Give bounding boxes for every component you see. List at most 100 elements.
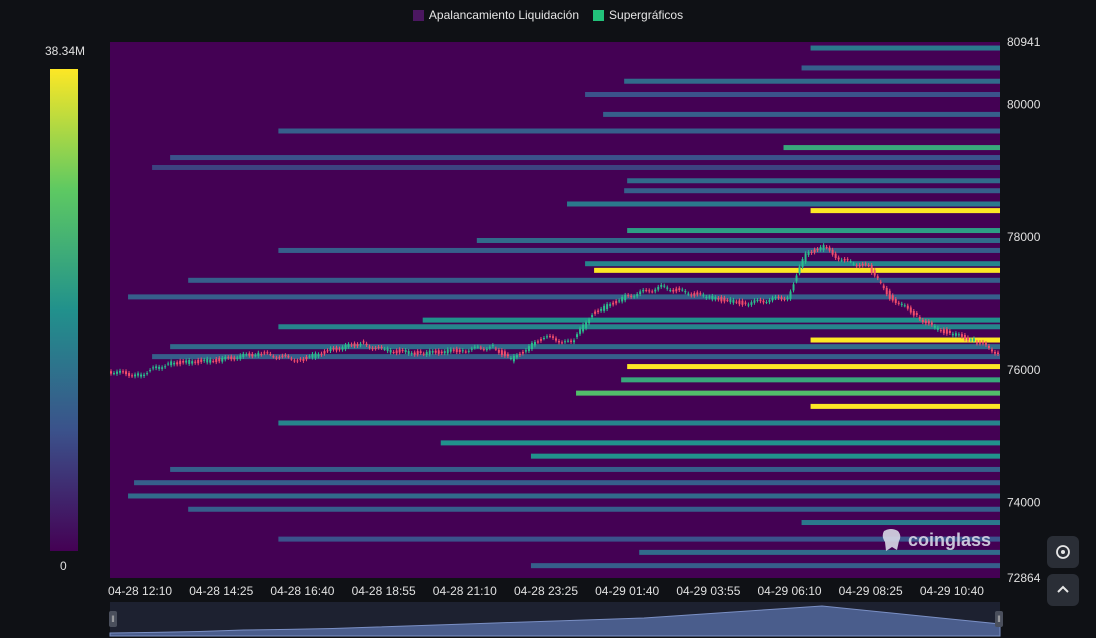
candle-body [768,299,771,303]
navigator-right-handle[interactable]: ǁ [995,611,1003,627]
candle-body [828,247,831,251]
candle-body [290,358,293,360]
candle-body [771,297,774,301]
candle-body [663,285,666,287]
x-tick-label: 04-28 16:40 [270,584,334,598]
x-tick-label: 04-28 12:10 [108,584,172,598]
x-tick-label: 04-29 08:25 [839,584,903,598]
candle-body [684,290,687,293]
heat-band [128,294,1001,300]
heat-band [576,390,1000,396]
candle-body [897,302,900,304]
candle-body [383,348,386,350]
candle-body [419,351,422,353]
heat-band [422,317,1000,323]
candle-body [753,300,756,303]
candle-body [702,294,705,296]
candle-body [116,371,119,374]
candle-body [497,349,500,353]
candle-body [335,347,338,351]
heat-band [567,201,1000,207]
candle-body [500,350,503,356]
candle-body [494,348,497,350]
scroll-up-button[interactable] [1047,574,1079,606]
navigator-left-handle[interactable]: ǁ [109,611,117,627]
candle-body [654,289,657,292]
candle-body [960,334,963,337]
candle-body [284,355,287,357]
candle-body [723,297,726,302]
colorbar-max-label: 38.34M [45,44,85,58]
y-tick-label: 80000 [1007,97,1041,111]
candle-body [491,345,494,347]
settings-button[interactable] [1047,536,1079,568]
candle-body [152,367,155,369]
candle-body [906,305,909,309]
candle-body [975,341,978,344]
candle-body [966,337,969,341]
candle-body [413,352,416,355]
candle-body [687,293,690,295]
candle-body [963,334,966,340]
candle-body [506,354,509,357]
candle-body [407,350,410,354]
candle-body [539,339,542,341]
candle-body [576,334,579,338]
candle-body [296,360,299,362]
range-navigator[interactable] [109,602,1001,637]
candle-body [287,356,290,358]
candle-body [693,293,696,296]
candle-body [308,356,311,358]
candle-body [254,355,257,357]
candle-body [843,258,846,261]
candle-body [804,253,807,262]
candle-body [675,288,678,292]
candle-body [666,287,669,289]
candle-body [482,349,485,351]
candle-body [272,356,275,358]
candle-body [720,297,723,302]
watermark-text: coinglass [908,529,992,550]
candle-body [912,310,915,316]
candle-body [410,353,413,355]
candle-body [840,259,843,261]
candle-body [524,350,527,352]
candle-body [708,296,711,298]
heat-band [188,277,1001,283]
candle-body [594,311,597,314]
candle-body [446,349,449,354]
candle-body [990,349,993,352]
candle-body [696,292,699,295]
candle-body [879,281,882,283]
candle-body [729,299,732,303]
candle-body [813,249,816,253]
candle-body [894,299,897,303]
heat-band [152,164,1000,170]
heat-band [134,480,1000,486]
candle-body [512,355,515,362]
candle-body [597,310,600,313]
candle-body [573,340,576,343]
heat-band [801,65,1000,71]
candle-body [434,350,437,353]
candle-body [978,342,981,344]
candle-body [158,366,161,369]
candle-body [317,354,320,357]
candle-body [900,303,903,305]
candle-body [615,301,618,304]
candle-body [245,354,248,356]
candle-body [452,349,455,351]
candle-body [122,371,125,373]
candle-body [293,360,296,362]
candle-body [230,356,233,360]
candle-body [518,353,521,355]
candle-body [227,357,230,359]
candle-body [404,350,407,353]
candle-body [849,261,852,263]
heat-band [627,178,1000,184]
candle-body [678,288,681,291]
candle-body [125,371,128,375]
candle-body [825,246,828,248]
candle-body [485,349,488,351]
candle-body [774,296,777,299]
